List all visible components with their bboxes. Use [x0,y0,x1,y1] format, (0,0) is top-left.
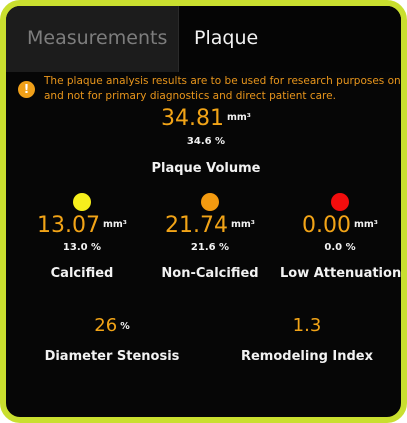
stenosis-value: 26 [94,315,118,336]
non-calcified-percent: 21.6 % [190,242,230,253]
plaque-volume-label: Plaque Volume [151,161,261,176]
research-disclaimer: The plaque analysis results are to be us… [44,74,407,104]
plaque-panel: Measurements Plaque ! The plaque analysi… [0,0,407,423]
calcified-unit: mm³ [103,219,127,230]
low-attenuation-percent: 0.0 % [324,242,356,253]
warning-icon: ! [18,81,35,98]
calcified-value-row: 13.07 mm³ [22,213,142,238]
plaque-volume-value: 34.81 [161,106,224,131]
calcified-value: 13.07 [37,213,100,238]
non-calcified-value-row: 21.74 mm³ [150,213,270,238]
low-attenuation-unit: mm³ [354,219,378,230]
remodeling-label: Remodeling Index [240,349,374,364]
stenosis-label: Diameter Stenosis [44,349,180,364]
low-attenuation-value-row: 0.00 mm³ [280,213,400,238]
calcified-percent: 13.0 % [62,242,102,253]
tab-bar: Measurements Plaque [6,6,401,72]
low-attenuation-color-dot [331,193,349,211]
non-calcified-value: 21.74 [165,213,228,238]
remodeling-value: 1.3 [292,315,322,336]
non-calcified-color-dot [201,193,219,211]
stenosis-unit: % [120,321,130,332]
disclaimer-line-2: and not for primary diagnostics and dire… [44,90,336,102]
tab-plaque[interactable]: Plaque [178,6,401,72]
plaque-volume-value-row: 34.81 mm³ [106,106,306,131]
disclaimer-line-1: The plaque analysis results are to be us… [44,75,407,87]
low-attenuation-label: Low Attenuation [280,266,402,281]
plaque-volume-percent: 34.6 % [186,136,226,147]
non-calcified-unit: mm³ [231,219,255,230]
stenosis-value-row: 26% [42,315,182,336]
plaque-volume-unit: mm³ [227,112,251,123]
calcified-label: Calcified [50,266,114,281]
calcified-color-dot [73,193,91,211]
tab-measurements[interactable]: Measurements [6,6,178,72]
low-attenuation-value: 0.00 [302,213,351,238]
non-calcified-label: Non-Calcified [161,266,259,281]
remodeling-value-row: 1.3 [232,315,382,336]
